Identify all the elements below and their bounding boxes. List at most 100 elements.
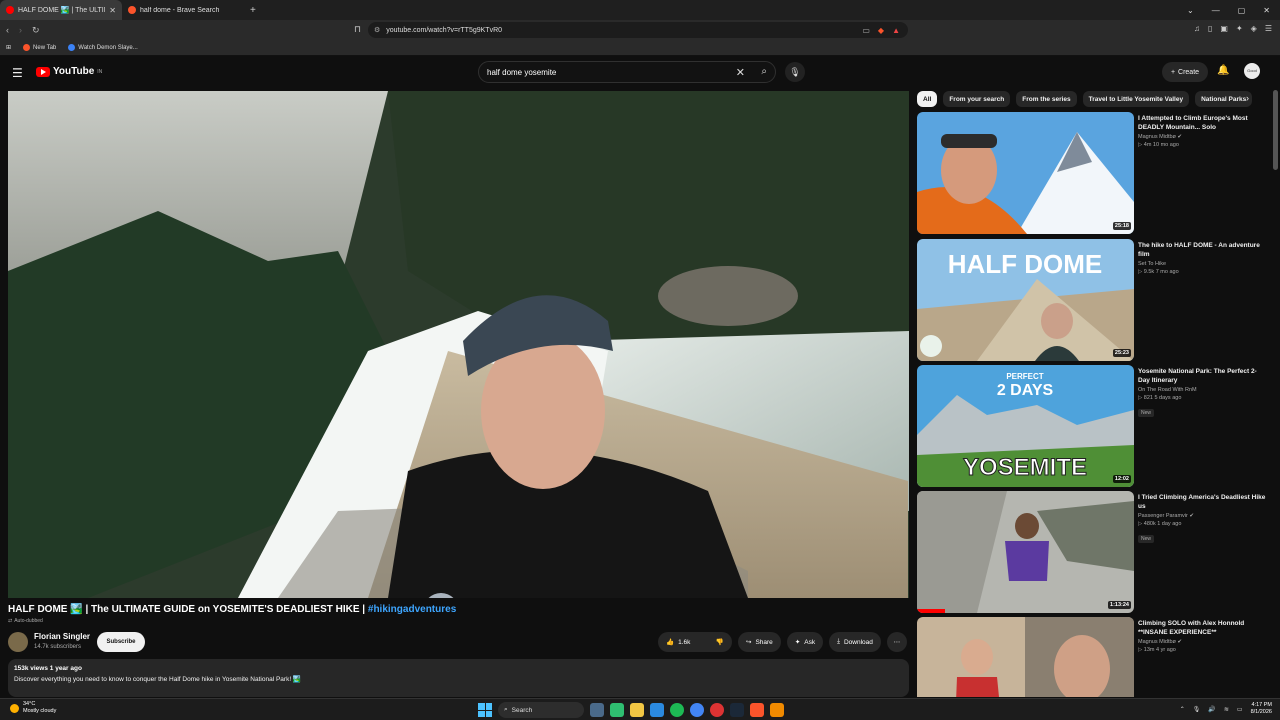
rec-thumbnail[interactable]: HALF DOME 25:23 — [917, 239, 1134, 361]
rec-channel[interactable]: Passenger Paramvir ✔ — [1138, 513, 1266, 519]
more-actions-button[interactable]: ⋯ — [886, 632, 907, 652]
ask-label: Ask — [804, 638, 816, 646]
create-button[interactable]: + Create — [1162, 62, 1208, 82]
rec-channel[interactable]: On The Road With RnM — [1138, 387, 1266, 393]
temperature: 34°C — [23, 701, 36, 707]
description-box[interactable]: 153k views 1 year ago Discover everythin… — [8, 659, 909, 697]
app-icon[interactable] — [610, 703, 624, 717]
youtube-logo[interactable]: YouTube IN — [36, 66, 102, 77]
url-bar[interactable]: ⚙ youtube.com/watch?v=rTT5g9KTvR0 ▭ ◆ ▲ — [368, 22, 908, 38]
like-icon[interactable]: 👍 — [666, 638, 674, 646]
wifi-icon[interactable]: ≋ — [1224, 706, 1229, 713]
hamburger-menu-icon[interactable]: ☰ — [12, 66, 23, 80]
clock-time: 4:17 PM — [1251, 702, 1272, 708]
chip-national-parks[interactable]: National Parks — [1195, 91, 1253, 107]
extensions-icon[interactable]: ✦ — [1236, 24, 1243, 33]
rec-title[interactable]: I Tried Climbing America's Deadliest Hik… — [1138, 493, 1266, 511]
brave-icon[interactable] — [750, 703, 764, 717]
wallet-icon[interactable]: ▣ — [1220, 24, 1228, 33]
vlc-icon[interactable] — [770, 703, 784, 717]
rec-title[interactable]: The hike to HALF DOME - An adventure fil… — [1138, 241, 1266, 259]
ask-button[interactable]: ✦ Ask — [786, 632, 824, 652]
chrome-icon[interactable] — [650, 703, 664, 717]
subscribe-button[interactable]: Subscribe — [97, 632, 145, 652]
volume-icon[interactable]: 🔊 — [1208, 706, 1215, 713]
tab-youtube[interactable]: HALF DOME 🏞️ | The ULTIMATE ✕ — [0, 0, 122, 20]
channel-name[interactable]: Florian Singler — [34, 632, 90, 641]
chip-from-your-search[interactable]: From your search — [943, 91, 1011, 107]
clear-search-icon[interactable]: ✕ — [736, 66, 745, 79]
spotify-icon[interactable] — [670, 703, 684, 717]
task-view-icon[interactable] — [590, 703, 604, 717]
clock[interactable]: 4:17 PM 8/1/2026 — [1251, 702, 1272, 716]
bookmark-icon[interactable]: ⊓ — [354, 24, 361, 35]
reload-icon[interactable]: ↻ — [32, 25, 40, 36]
chevron-up-icon[interactable]: ⌃ — [1180, 706, 1185, 713]
site-info-icon[interactable]: ⚙ — [374, 26, 380, 34]
recommendation-item[interactable]: Climbing SOLO with Alex Honnold **INSANE… — [917, 617, 1267, 697]
voice-search-icon[interactable]: 🎙 — [785, 62, 805, 82]
rec-channel[interactable]: Set To Hike — [1138, 261, 1266, 267]
rec-title[interactable]: Climbing SOLO with Alex Honnold **INSANE… — [1138, 619, 1266, 637]
download-button[interactable]: ⤓ Download — [829, 632, 881, 652]
video-player[interactable] — [8, 91, 909, 598]
thumbnail-image — [917, 491, 1134, 613]
rec-thumbnail[interactable]: PERFECT 2 DAYS YOSEMITE 12:02 — [917, 365, 1134, 487]
minimize-icon[interactable]: — — [1212, 6, 1220, 15]
avatar[interactable]: Good — [1244, 63, 1260, 79]
sidebar-icon[interactable]: ▯ — [1208, 24, 1212, 33]
battery-icon[interactable]: ▭ — [1237, 706, 1243, 713]
chip-from-the-series[interactable]: From the series — [1016, 91, 1077, 107]
like-count[interactable]: 1.6k — [678, 639, 690, 646]
rec-thumbnail[interactable] — [917, 617, 1134, 697]
weather-widget[interactable]: 34°C Mostly cloudy — [10, 701, 56, 715]
page-scrollbar[interactable] — [1273, 90, 1278, 170]
chip-travel-little-yosemite[interactable]: Travel to Little Yosemite Valley — [1082, 91, 1190, 107]
dislike-icon[interactable]: 👎 — [716, 638, 724, 646]
file-explorer-icon[interactable] — [630, 703, 644, 717]
cast-icon[interactable]: ▭ — [862, 26, 870, 35]
google-icon[interactable] — [690, 703, 704, 717]
apps-icon[interactable]: ⊞ — [6, 44, 11, 51]
search-input[interactable]: half dome yosemite ✕ ⌕ — [478, 61, 776, 83]
back-icon[interactable]: ‹ — [6, 25, 9, 36]
rec-views-text: 4m 10 mo ago — [1143, 142, 1179, 148]
maximize-icon[interactable]: ▢ — [1238, 6, 1246, 15]
new-tab-icon[interactable]: + — [250, 5, 256, 16]
rec-thumbnail[interactable]: 1:13:24 — [917, 491, 1134, 613]
tab-brave-search[interactable]: half dome - Brave Search — [122, 0, 246, 20]
bookmark-new-tab[interactable]: New Tab — [23, 44, 56, 51]
microphone-icon[interactable]: 🎙 — [1193, 706, 1201, 713]
taskbar-search[interactable]: ⌕ Search — [498, 702, 584, 718]
tab-list-icon[interactable]: ⌄ — [1187, 6, 1194, 15]
brave-rewards-icon[interactable]: ▲ — [892, 26, 900, 35]
rec-channel[interactable]: Magnus Midtbø ✔ — [1138, 639, 1266, 645]
rec-thumbnail[interactable]: 25:18 — [917, 112, 1134, 234]
windows-start-icon[interactable] — [478, 703, 492, 717]
recommendation-item[interactable]: PERFECT 2 DAYS YOSEMITE 12:02 Yosemite N… — [917, 365, 1267, 487]
chevron-right-icon[interactable]: › — [1246, 93, 1249, 103]
search-icon[interactable]: ⌕ — [761, 66, 767, 77]
thumbnail-image — [917, 112, 1134, 234]
menu-icon[interactable]: ☰ — [1265, 24, 1272, 33]
recommendation-item[interactable]: 1:13:24 I Tried Climbing America's Deadl… — [917, 491, 1267, 613]
rec-channel[interactable]: Magnus Midtbø ✔ — [1138, 134, 1266, 140]
brave-shield-icon[interactable]: ◆ — [878, 26, 884, 35]
recommendation-item[interactable]: 25:18 I Attempted to Climb Europe's Most… — [917, 112, 1267, 234]
rec-title[interactable]: I Attempted to Climb Europe's Most DEADL… — [1138, 114, 1266, 132]
hashtag-link[interactable]: #hikingadventures — [368, 604, 456, 615]
close-window-icon[interactable]: ✕ — [1263, 6, 1270, 15]
recommendation-item[interactable]: HALF DOME 25:23 The hike to HALF DOME - … — [917, 239, 1267, 361]
channel-avatar[interactable] — [8, 632, 28, 652]
opera-icon[interactable] — [710, 703, 724, 717]
vpn-icon[interactable]: ◈ — [1251, 24, 1257, 33]
steam-icon[interactable] — [730, 703, 744, 717]
rec-title[interactable]: Yosemite National Park: The Perfect 2-Da… — [1138, 367, 1266, 385]
bookmark-watch-demon-slayer[interactable]: Watch Demon Slaye... — [68, 44, 138, 51]
notifications-bell-icon[interactable]: 🔔 — [1217, 65, 1229, 76]
chip-all[interactable]: All — [917, 91, 938, 107]
forward-icon[interactable]: › — [19, 25, 22, 36]
media-icon[interactable]: ♫ — [1194, 24, 1200, 33]
share-button[interactable]: ↪ Share — [738, 632, 781, 652]
close-tab-icon[interactable]: ✕ — [109, 6, 116, 15]
